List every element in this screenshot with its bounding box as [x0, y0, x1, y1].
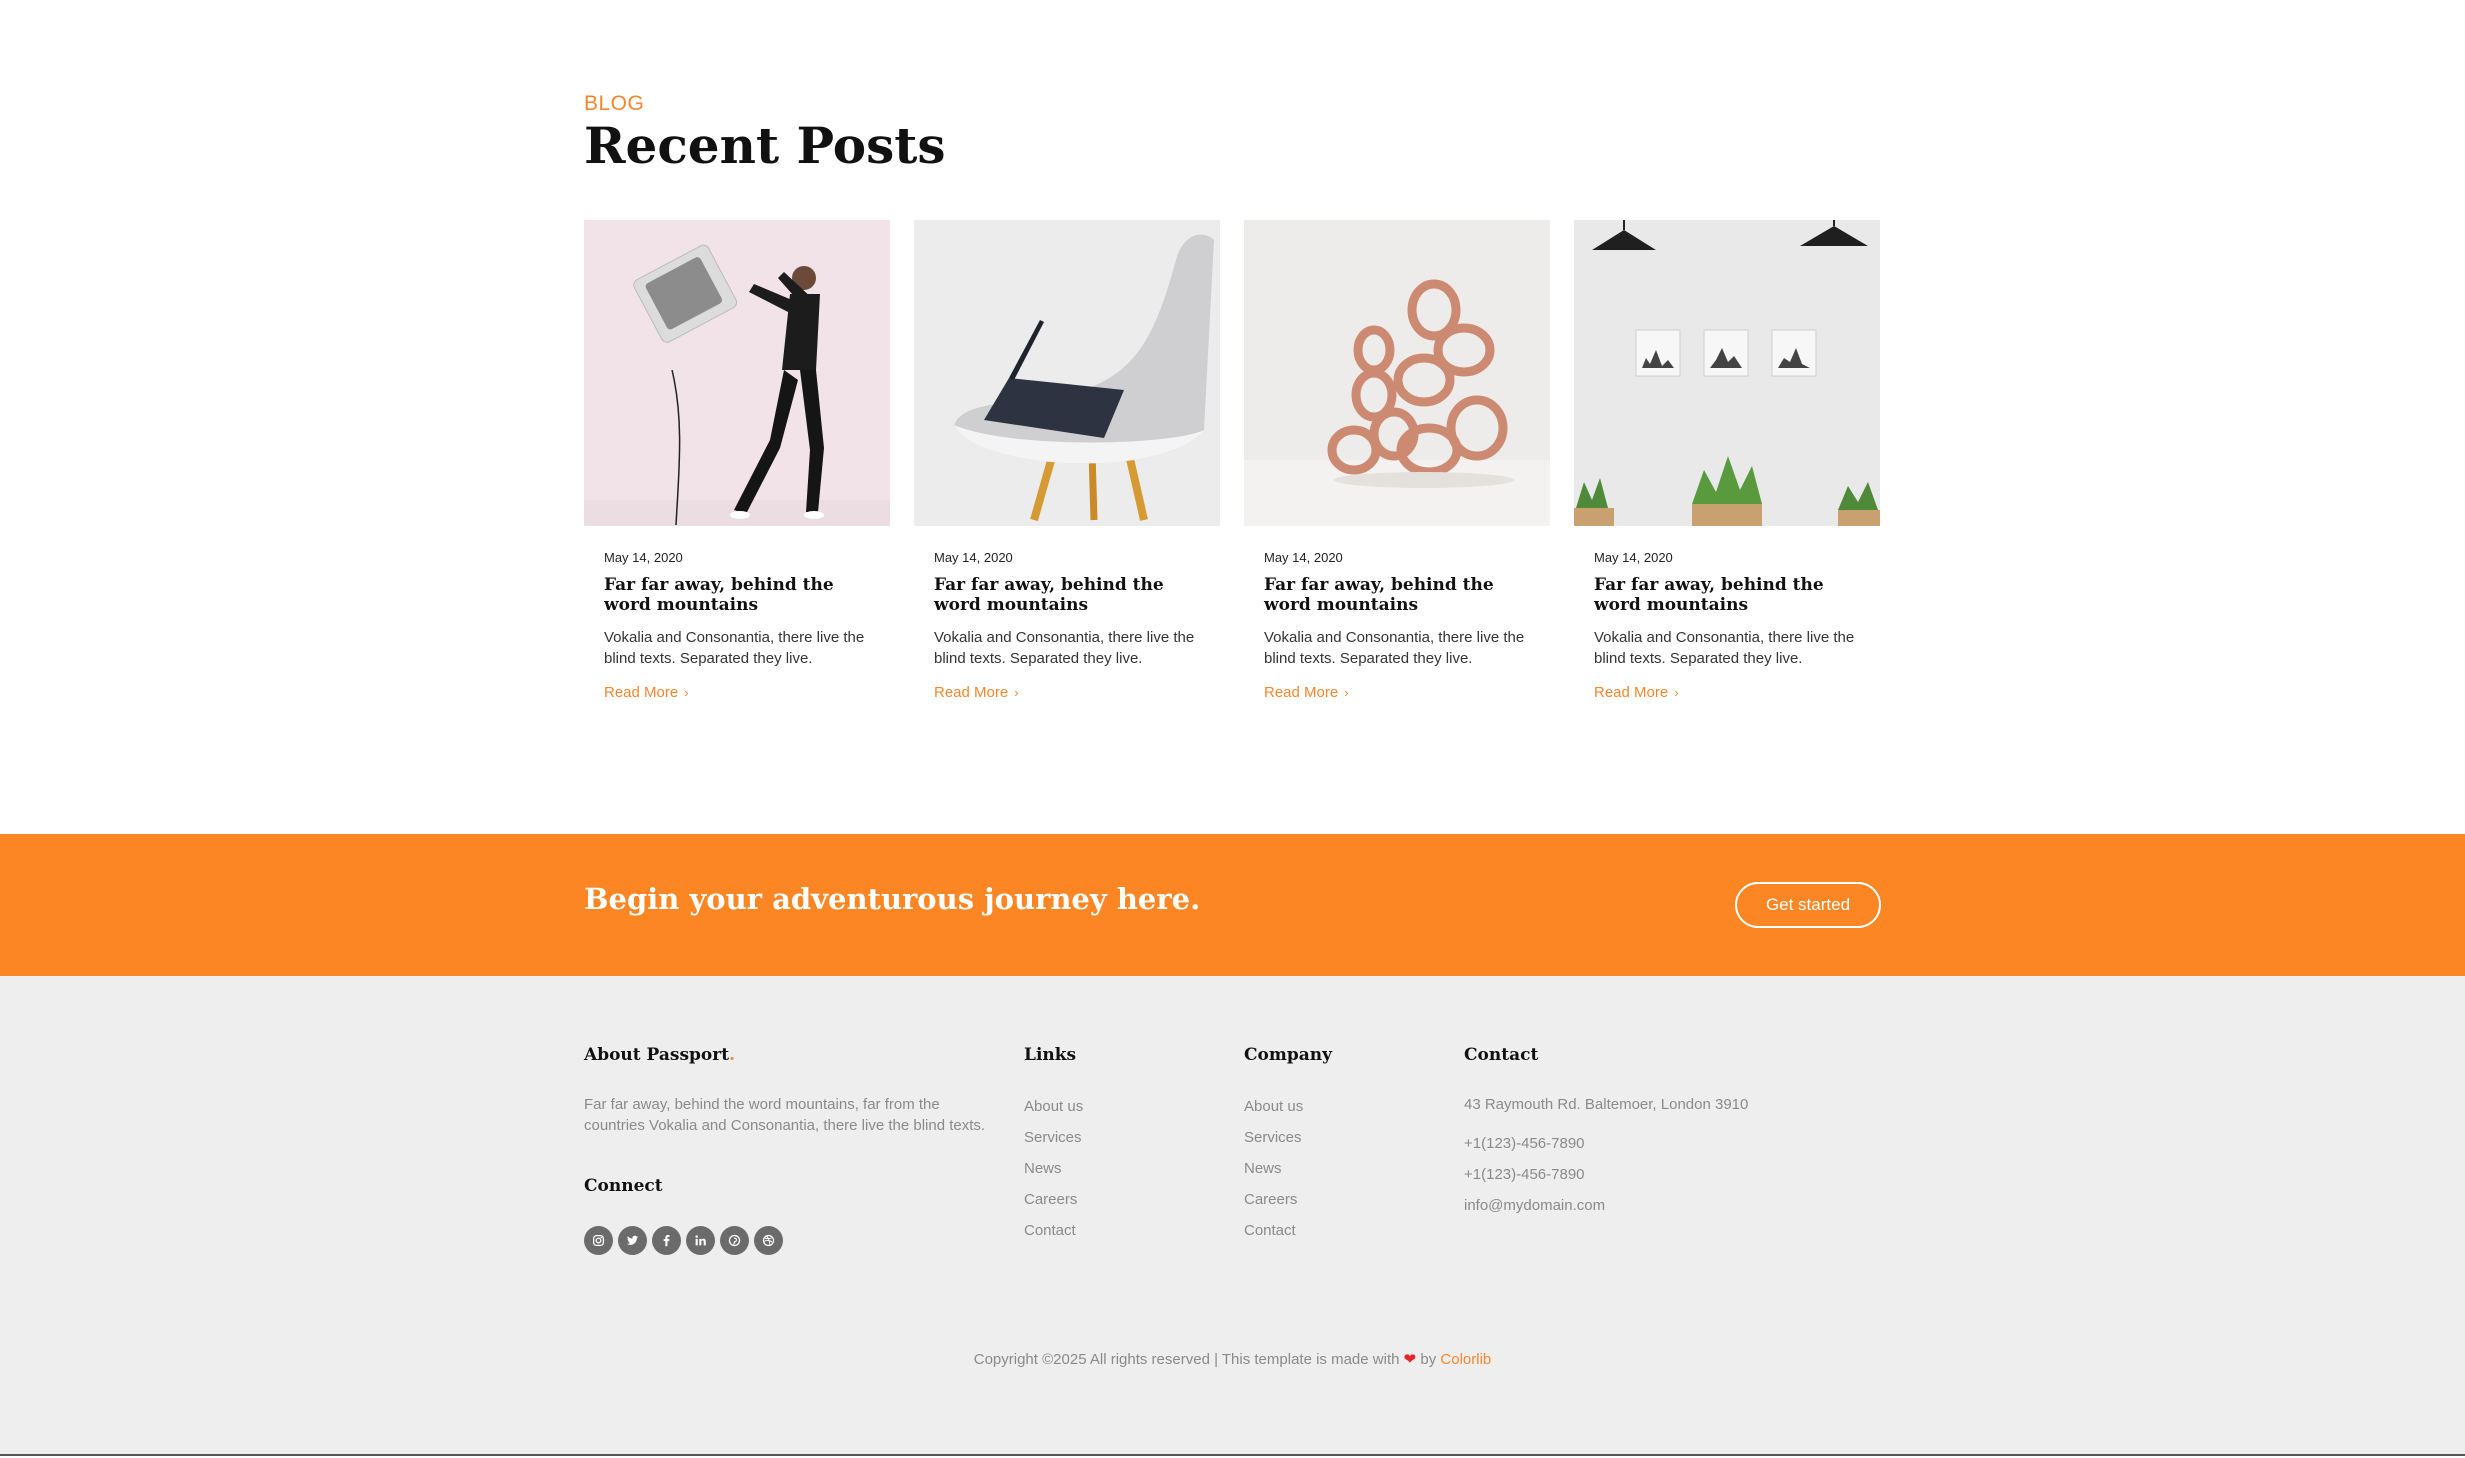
- company-list: About us Services News Careers Contact: [1244, 1096, 1303, 1251]
- chevron-right-icon: ›: [1344, 685, 1349, 700]
- company-link-about-us[interactable]: About us: [1244, 1096, 1303, 1127]
- section-eyebrow: BLOG: [584, 92, 645, 115]
- post-image-wall-frames-plants[interactable]: [1574, 220, 1880, 526]
- facebook-icon[interactable]: [652, 1226, 681, 1255]
- post-card[interactable]: May 14, 2020 Far far away, behind the wo…: [1574, 220, 1880, 702]
- post-meta: May 14, 2020 Far far away, behind the wo…: [1574, 550, 1880, 702]
- footer-link-about-us[interactable]: About us: [1024, 1096, 1083, 1127]
- about-title: About Passport.: [584, 1045, 735, 1065]
- footer-link-contact[interactable]: Contact: [1024, 1220, 1083, 1251]
- social-links: [584, 1226, 783, 1255]
- about-text: Far far away, behind the word mountains,…: [584, 1096, 986, 1134]
- connect-title: Connect: [584, 1176, 663, 1196]
- bottom-divider: [0, 1454, 2465, 1456]
- post-title[interactable]: Far far away, behind the word mountains: [934, 575, 1200, 615]
- company-title: Company: [1244, 1045, 1332, 1065]
- post-title[interactable]: Far far away, behind the word mountains: [1264, 575, 1530, 615]
- section-title: Recent Posts: [584, 116, 946, 175]
- post-title[interactable]: Far far away, behind the word mountains: [1594, 575, 1860, 615]
- links-list: About us Services News Careers Contact: [1024, 1096, 1083, 1251]
- post-card[interactable]: May 14, 2020 Far far away, behind the wo…: [584, 220, 890, 702]
- twitter-icon[interactable]: [618, 1226, 647, 1255]
- read-more-link[interactable]: Read More ›: [604, 684, 689, 701]
- about-title-dot: .: [729, 1045, 735, 1065]
- pinterest-icon[interactable]: [720, 1226, 749, 1255]
- company-link-news[interactable]: News: [1244, 1158, 1303, 1189]
- blog-section: BLOG Recent Posts May 14, 2020 Far far a…: [0, 0, 2465, 834]
- footer-link-services[interactable]: Services: [1024, 1127, 1083, 1158]
- contact-address: 43 Raymouth Rd. Baltemoer, London 3910: [1464, 1096, 1749, 1113]
- copyright: Copyright ©2025 All rights reserved | Th…: [0, 1350, 2465, 1368]
- site-footer: About Passport. Far far away, behind the…: [0, 976, 2465, 1456]
- post-excerpt: Vokalia and Consonantia, there live the …: [1264, 629, 1525, 667]
- read-more-label: Read More: [604, 684, 679, 701]
- heart-icon: ❤: [1403, 1351, 1417, 1368]
- footer-link-careers[interactable]: Careers: [1024, 1189, 1083, 1220]
- post-meta: May 14, 2020 Far far away, behind the wo…: [914, 550, 1220, 702]
- copyright-by: by: [1420, 1351, 1437, 1368]
- post-image-man-carrying-tv[interactable]: [584, 220, 890, 526]
- chevron-right-icon: ›: [1674, 685, 1679, 700]
- post-card[interactable]: May 14, 2020 Far far away, behind the wo…: [914, 220, 1220, 702]
- read-more-label: Read More: [1594, 684, 1669, 701]
- instagram-icon[interactable]: [584, 1226, 613, 1255]
- contact-phone[interactable]: +1(123)-456-7890: [1464, 1133, 1605, 1164]
- company-link-contact[interactable]: Contact: [1244, 1220, 1303, 1251]
- contact-phone[interactable]: +1(123)-456-7890: [1464, 1164, 1605, 1195]
- read-more-label: Read More: [1264, 684, 1339, 701]
- linkedin-icon[interactable]: [686, 1226, 715, 1255]
- links-title: Links: [1024, 1045, 1077, 1065]
- post-date: May 14, 2020: [1594, 550, 1673, 565]
- post-date: May 14, 2020: [604, 550, 683, 565]
- chevron-right-icon: ›: [1014, 685, 1019, 700]
- post-meta: May 14, 2020 Far far away, behind the wo…: [584, 550, 890, 702]
- post-cards: May 14, 2020 Far far away, behind the wo…: [584, 220, 1882, 702]
- read-more-link[interactable]: Read More ›: [1264, 684, 1349, 701]
- read-more-link[interactable]: Read More ›: [934, 684, 1019, 701]
- post-image-laptop-on-chair[interactable]: [914, 220, 1220, 526]
- post-title[interactable]: Far far away, behind the word mountains: [604, 575, 870, 615]
- post-card[interactable]: May 14, 2020 Far far away, behind the wo…: [1244, 220, 1550, 702]
- company-link-services[interactable]: Services: [1244, 1127, 1303, 1158]
- post-date: May 14, 2020: [1264, 550, 1343, 565]
- post-date: May 14, 2020: [934, 550, 1013, 565]
- about-title-text: About Passport: [584, 1045, 730, 1065]
- cta-title: Begin your adventurous journey here.: [584, 882, 1201, 916]
- footer-link-news[interactable]: News: [1024, 1158, 1083, 1189]
- get-started-button[interactable]: Get started: [1735, 882, 1881, 928]
- post-excerpt: Vokalia and Consonantia, there live the …: [604, 629, 865, 667]
- copyright-text: Copyright ©2025 All rights reserved | Th…: [973, 1351, 1400, 1368]
- read-more-label: Read More: [934, 684, 1009, 701]
- colorlib-link[interactable]: Colorlib: [1440, 1351, 1491, 1368]
- cta-band: Begin your adventurous journey here. Get…: [0, 834, 2465, 976]
- read-more-link[interactable]: Read More ›: [1594, 684, 1679, 701]
- post-meta: May 14, 2020 Far far away, behind the wo…: [1244, 550, 1550, 702]
- chevron-right-icon: ›: [684, 685, 689, 700]
- contact-title: Contact: [1464, 1045, 1539, 1065]
- dribbble-icon[interactable]: [754, 1226, 783, 1255]
- contact-list: +1(123)-456-7890 +1(123)-456-7890 info@m…: [1464, 1133, 1605, 1226]
- company-link-careers[interactable]: Careers: [1244, 1189, 1303, 1220]
- post-excerpt: Vokalia and Consonantia, there live the …: [1594, 629, 1855, 667]
- post-image-paper-sculpture[interactable]: [1244, 220, 1550, 526]
- contact-email[interactable]: info@mydomain.com: [1464, 1195, 1605, 1226]
- post-excerpt: Vokalia and Consonantia, there live the …: [934, 629, 1195, 667]
